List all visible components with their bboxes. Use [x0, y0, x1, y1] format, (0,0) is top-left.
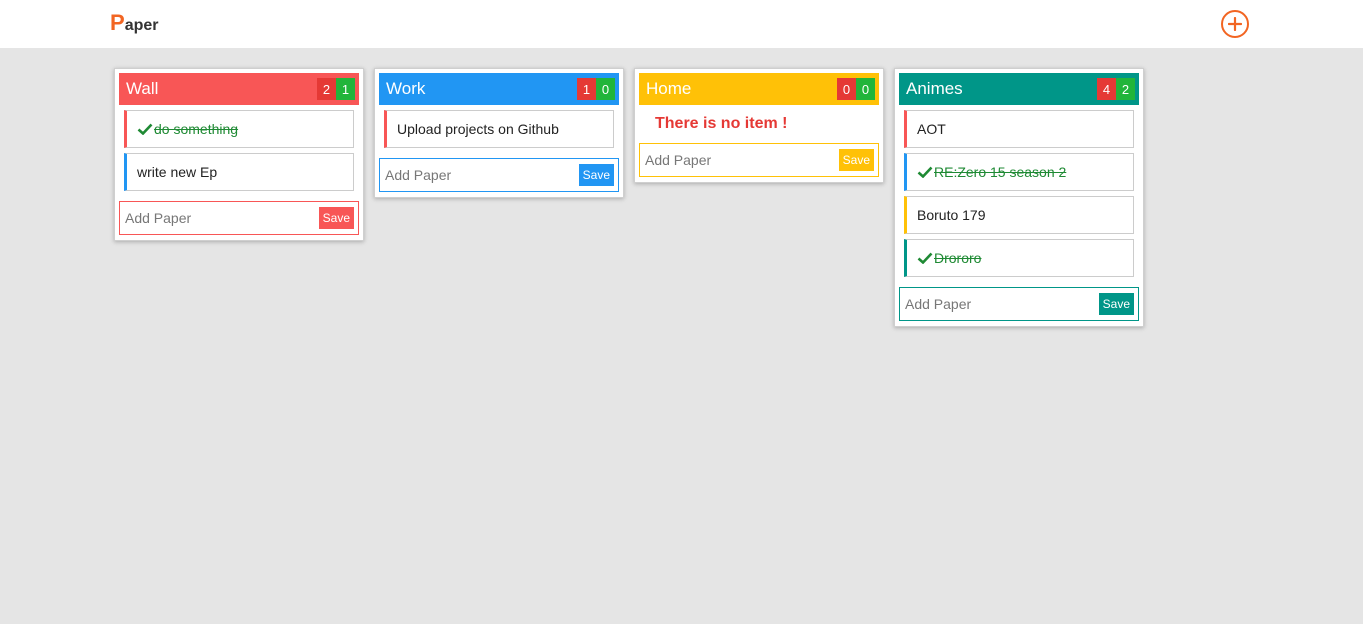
empty-board-message: There is no item ! [655, 115, 788, 132]
done-count-badge: 2 [1116, 78, 1135, 100]
add-board-button[interactable] [1221, 10, 1249, 38]
add-paper-input[interactable] [120, 203, 319, 233]
board-counts: 4 2 [1097, 78, 1135, 100]
done-count-badge: 0 [596, 78, 615, 100]
top-bar: Paper [0, 0, 1363, 48]
board-title: Animes [906, 79, 963, 98]
board-title: Wall [126, 79, 159, 98]
app-logo[interactable]: Paper [110, 10, 158, 36]
board-wall: Wall 2 1 do something write new Ep Save [114, 68, 364, 241]
save-button[interactable]: Save [318, 207, 354, 229]
add-paper-input[interactable] [640, 145, 839, 175]
board-title: Home [646, 79, 692, 98]
board-header: Animes 4 2 [899, 73, 1139, 105]
done-count-badge: 0 [856, 78, 875, 100]
check-icon [917, 252, 933, 264]
board-home: Home 0 0 There is no item ! Save [634, 68, 884, 183]
paper-card[interactable]: Boruto 179 [904, 196, 1134, 234]
paper-card[interactable]: RE:Zero 15 season 2 [904, 153, 1134, 191]
save-button[interactable]: Save [578, 164, 614, 186]
save-button[interactable]: Save [1098, 293, 1134, 315]
pending-count-badge: 2 [317, 78, 336, 100]
board-header: Work 1 0 [379, 73, 619, 105]
paper-card[interactable]: AOT [904, 110, 1134, 148]
save-button[interactable]: Save [838, 149, 874, 171]
add-paper-input[interactable] [380, 160, 579, 190]
logo-text: aper [124, 17, 159, 34]
paper-card[interactable]: Drororo [904, 239, 1134, 277]
done-count-badge: 1 [336, 78, 355, 100]
add-paper-row: Save [119, 201, 359, 235]
add-paper-row: Save [379, 158, 619, 192]
paper-text: do something [154, 121, 239, 137]
board-counts: 2 1 [317, 78, 355, 100]
board-counts: 1 0 [577, 78, 615, 100]
check-icon [917, 166, 933, 178]
paper-text: Drororo [934, 250, 982, 266]
add-paper-row: Save [639, 143, 879, 177]
board-header: Wall 2 1 [119, 73, 359, 105]
pending-count-badge: 0 [837, 78, 856, 100]
plus-circle-icon [1228, 17, 1242, 31]
pending-count-badge: 1 [577, 78, 596, 100]
board-title: Work [386, 79, 426, 98]
paper-text: Upload projects on Github [397, 121, 559, 137]
add-paper-input[interactable] [900, 289, 1099, 319]
paper-card[interactable]: write new Ep [124, 153, 354, 191]
paper-text: write new Ep [137, 164, 218, 180]
add-paper-row: Save [899, 287, 1139, 321]
board-counts: 0 0 [837, 78, 875, 100]
pending-count-badge: 4 [1097, 78, 1116, 100]
board-header: Home 0 0 [639, 73, 879, 105]
board-animes: Animes 4 2 AOT RE:Zero 15 season 2 Borut… [894, 68, 1144, 327]
board-work: Work 1 0 Upload projects on Github Save [374, 68, 624, 198]
logo-letter: P [110, 10, 125, 35]
paper-card[interactable]: do something [124, 110, 354, 148]
paper-card[interactable]: Upload projects on Github [384, 110, 614, 148]
check-icon [137, 123, 153, 135]
paper-text: RE:Zero 15 season 2 [934, 164, 1067, 180]
paper-text: Boruto 179 [917, 207, 986, 223]
paper-text: AOT [917, 121, 946, 137]
